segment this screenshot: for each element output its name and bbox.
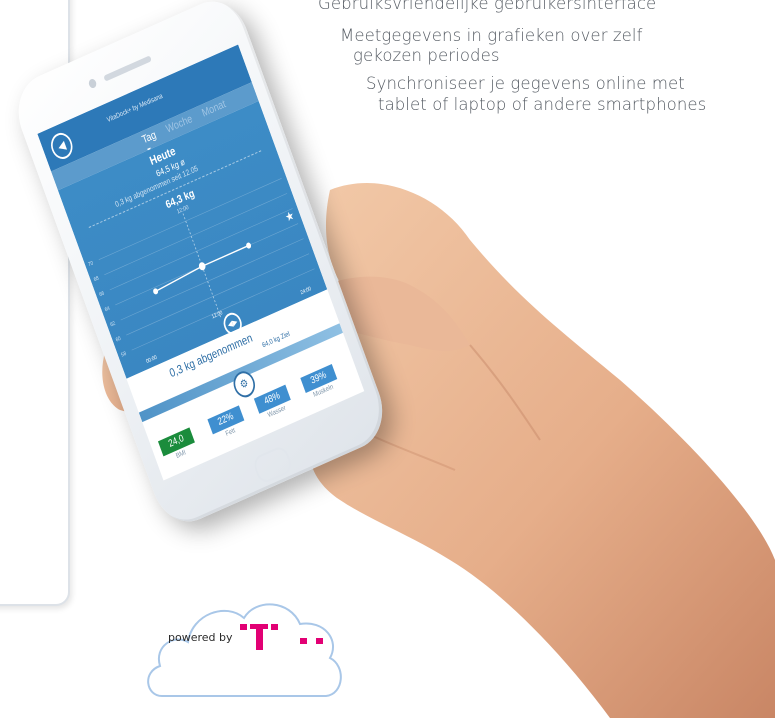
metric-fat[interactable]: 22% Fett bbox=[207, 404, 250, 443]
tab-day[interactable]: Tag bbox=[140, 129, 157, 146]
powered-by-badge: powered by bbox=[140, 588, 350, 718]
app-title: VitaDock+ by Medisana bbox=[106, 92, 164, 124]
cloud-icon bbox=[147, 603, 342, 697]
data-point[interactable] bbox=[245, 242, 252, 250]
data-point[interactable] bbox=[198, 261, 207, 271]
powered-by-label: powered by bbox=[168, 631, 233, 644]
y-tick: 68 bbox=[93, 275, 100, 283]
x-tick: 12:00 bbox=[211, 310, 224, 321]
y-tick: 58 bbox=[120, 350, 127, 358]
camera-icon bbox=[87, 77, 98, 90]
metric-muscle[interactable]: 39% Muskeln bbox=[300, 363, 343, 402]
star-icon: ★ bbox=[284, 209, 297, 225]
x-tick: 00:00 bbox=[145, 354, 158, 365]
data-point[interactable] bbox=[152, 288, 159, 296]
y-tick: 60 bbox=[115, 335, 122, 343]
y-tick: 70 bbox=[88, 260, 95, 268]
back-arrow-icon[interactable]: ◀ bbox=[47, 129, 76, 163]
y-tick: 64 bbox=[104, 305, 111, 313]
metric-water[interactable]: 48% Wasser bbox=[253, 383, 297, 422]
y-tick: 62 bbox=[109, 320, 116, 328]
y-tick: 66 bbox=[98, 290, 105, 298]
x-tick: 24:00 bbox=[300, 286, 313, 297]
speaker-grille bbox=[103, 55, 152, 82]
home-button[interactable] bbox=[251, 444, 294, 486]
telekom-logo bbox=[240, 624, 323, 650]
metric-bmi[interactable]: 24,0 BMI bbox=[157, 426, 201, 465]
